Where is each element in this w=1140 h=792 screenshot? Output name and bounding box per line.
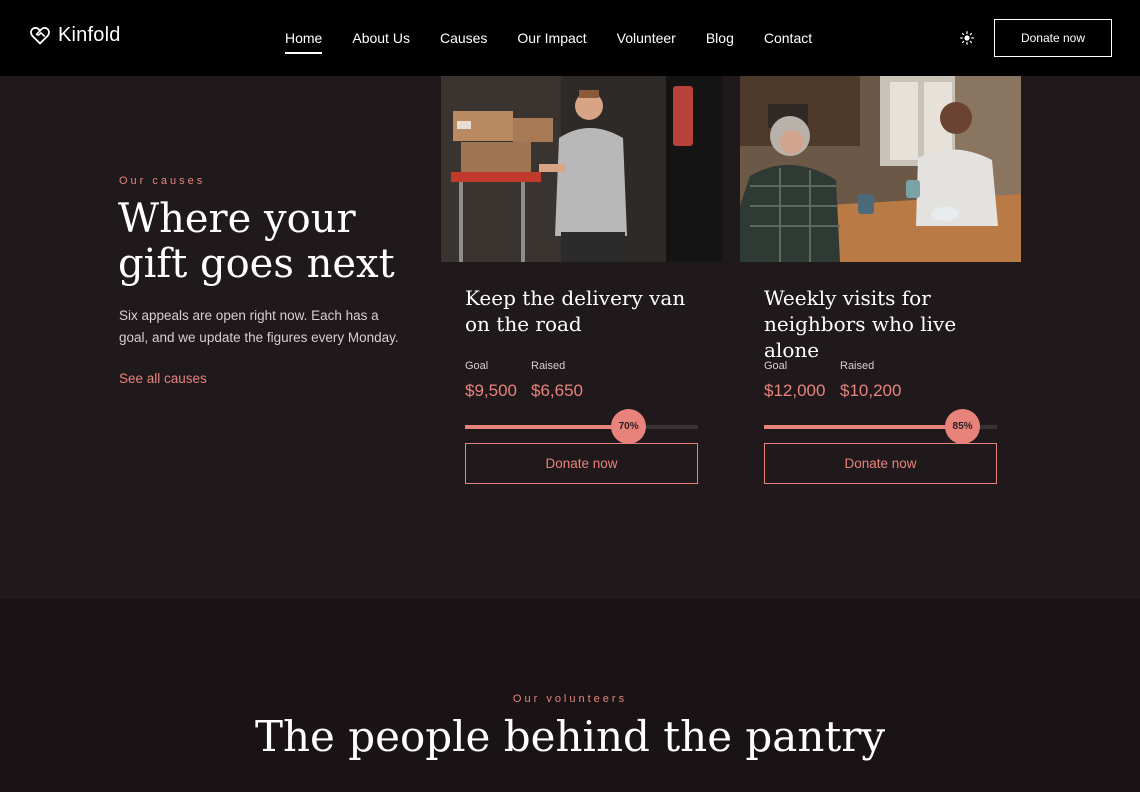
causes-description: Six appeals are open right now. Each has… bbox=[119, 308, 399, 345]
cause-goal: Goal $9,500 bbox=[465, 360, 517, 401]
cause-goal: Goal $12,000 bbox=[764, 360, 825, 401]
goal-value: $12,000 bbox=[764, 381, 826, 400]
cause-title: Weekly visits for neighbors who live alo… bbox=[764, 286, 957, 362]
volunteers-section: Our volunteers The people behind the pan… bbox=[0, 599, 1140, 792]
cause-raised: Raised $10,200 bbox=[840, 360, 901, 401]
causes-heading-line-2: gift goes next bbox=[118, 241, 395, 287]
top-nav: Kinfold Home About Us Causes Our Impact … bbox=[0, 0, 1140, 76]
heart-handshake-icon bbox=[30, 26, 50, 44]
sun-icon bbox=[960, 31, 974, 45]
raised-label: Raised bbox=[531, 360, 566, 372]
cause-progress-bar: 85% bbox=[764, 409, 997, 444]
brand-name: Kinfold bbox=[58, 24, 121, 46]
goal-value: $9,500 bbox=[465, 381, 517, 400]
causes-eyebrow: Our causes bbox=[119, 175, 206, 187]
nav-link-home[interactable]: Home bbox=[285, 30, 323, 54]
nav-link-about-us[interactable]: About Us bbox=[352, 30, 410, 54]
raised-value: $6,650 bbox=[531, 381, 583, 400]
causes-section: Our causes Where your gift goes next Six… bbox=[0, 76, 1140, 599]
nav-link-volunteer[interactable]: Volunteer bbox=[617, 30, 676, 54]
progress-percent-badge: 85% bbox=[945, 409, 981, 444]
nav-link-our-impact[interactable]: Our Impact bbox=[517, 30, 586, 54]
causes-heading-line-1: Where your bbox=[118, 196, 356, 242]
nav-donate-button[interactable]: Donate now bbox=[994, 19, 1112, 57]
cause-photo-volunteer-van bbox=[441, 76, 722, 262]
goal-label: Goal bbox=[465, 360, 489, 372]
cause-card-delivery-van: Keep the delivery van on the road Goal $… bbox=[441, 76, 722, 484]
nav-link-causes[interactable]: Causes bbox=[440, 30, 487, 54]
cause-photo-kitchen-visit bbox=[740, 76, 1021, 262]
nav-link-contact[interactable]: Contact bbox=[764, 30, 812, 54]
cause-progress-bar: 70% bbox=[465, 409, 698, 444]
brand-logo[interactable]: Kinfold bbox=[30, 24, 121, 47]
nav-link-blog[interactable]: Blog bbox=[706, 30, 734, 54]
cause-donate-button[interactable]: Donate now bbox=[465, 443, 698, 484]
cause-card-weekly-visits: Weekly visits for neighbors who live alo… bbox=[740, 76, 1021, 484]
cause-donate-button[interactable]: Donate now bbox=[764, 443, 997, 484]
goal-label: Goal bbox=[764, 360, 788, 372]
main-menu: Home About Us Causes Our Impact Voluntee… bbox=[285, 30, 842, 54]
cause-title: Keep the delivery van on the road bbox=[465, 286, 686, 336]
volunteers-eyebrow: Our volunteers bbox=[512, 693, 628, 705]
cause-raised: Raised $6,650 bbox=[531, 360, 583, 401]
progress-fill bbox=[764, 425, 963, 429]
raised-value: $10,200 bbox=[840, 381, 902, 400]
volunteers-heading: The people behind the pantry bbox=[254, 712, 886, 761]
progress-percent-badge: 70% bbox=[611, 409, 647, 444]
raised-label: Raised bbox=[840, 360, 875, 372]
causes-heading: Where your gift goes next bbox=[118, 197, 418, 287]
theme-toggle-button[interactable] bbox=[960, 31, 974, 45]
progress-fill bbox=[465, 425, 629, 429]
see-all-causes-link[interactable]: See all causes bbox=[119, 371, 207, 386]
